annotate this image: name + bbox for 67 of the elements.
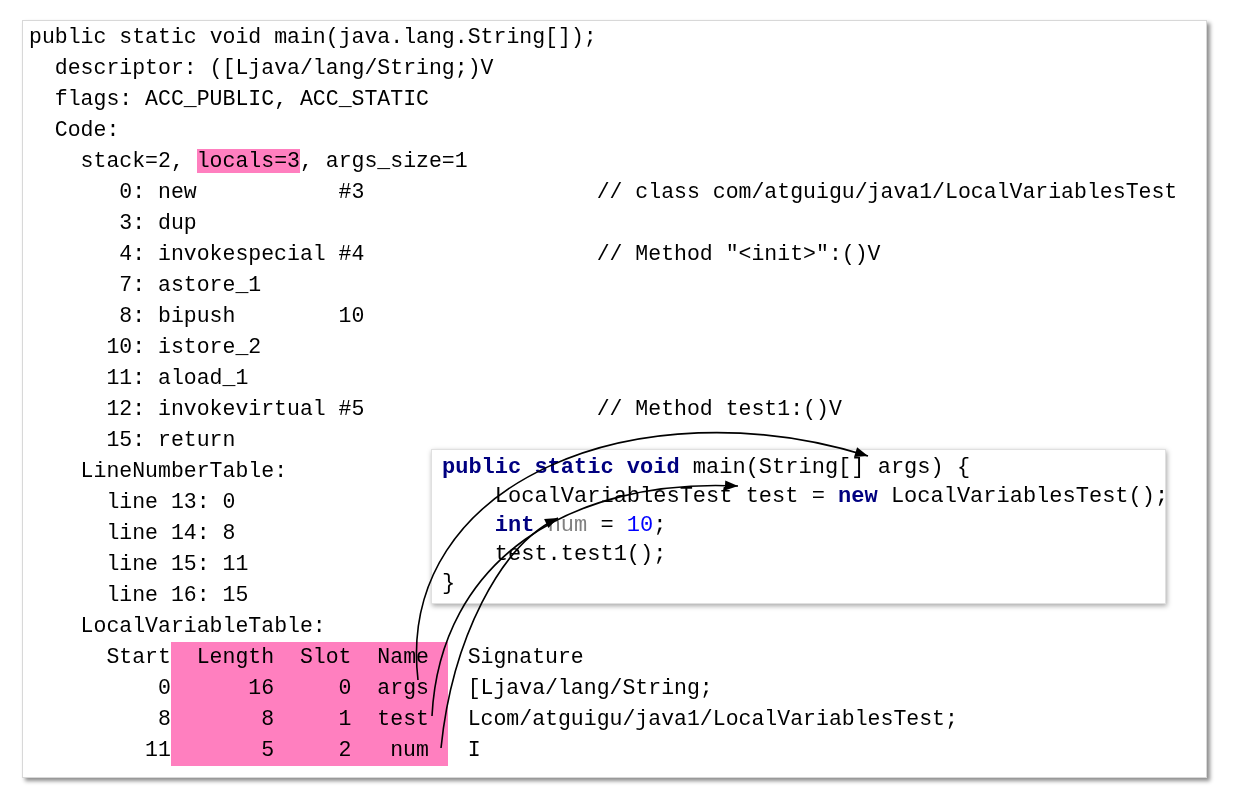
table-cell: 5 — [170, 735, 275, 766]
operand: #5 — [338, 397, 365, 421]
instruction-offset: 0: — [118, 179, 146, 206]
column-header: Length — [170, 642, 275, 673]
code-text: LocalVariablesTest(); — [890, 484, 1169, 509]
code-comment: // Method test1:()V — [596, 396, 842, 423]
table-cell: 8 — [170, 704, 275, 735]
opcode: invokevirtual — [158, 397, 326, 421]
column-header: Signature — [466, 644, 584, 671]
highlighted-text: locals=3 — [196, 149, 300, 173]
opcode: istore_2 — [158, 335, 262, 359]
code-text: = — [600, 513, 615, 538]
line-number-entry: line 14: 8 — [106, 521, 236, 545]
code-comment: // Method "<init>":()V — [596, 241, 881, 268]
line-number-entry: line 13: 0 — [106, 490, 236, 514]
operand: #4 — [338, 242, 365, 266]
table-cell: 0 — [274, 673, 352, 704]
code-label: Code: — [54, 118, 120, 142]
stack-info: stack=2, — [80, 149, 185, 173]
table-label: LocalVariableTable: — [80, 614, 326, 638]
table-cell: 16 — [170, 673, 275, 704]
operand: 10 — [338, 304, 365, 328]
column-header: Slot — [274, 642, 352, 673]
table-cell: 1 — [274, 704, 352, 735]
table-cell-text: 11 — [144, 737, 171, 764]
table-label: LineNumberTable: — [80, 459, 288, 483]
table-cell: num — [351, 735, 449, 766]
operand: #3 — [338, 180, 365, 204]
opcode: return — [158, 428, 236, 452]
column-header: Start — [105, 644, 171, 671]
flags-line: flags: ACC_PUBLIC, ACC_STATIC — [54, 87, 429, 111]
opcode: aload_1 — [158, 366, 249, 390]
number-literal: 10 — [626, 513, 654, 538]
table-cell-text: 8 — [157, 706, 171, 733]
opcode: invokespecial — [158, 242, 326, 266]
instruction-offset: 4: — [118, 241, 146, 268]
table-cell-text: [Ljava/lang/String; — [466, 675, 713, 702]
instruction-offset: 12: — [105, 396, 146, 423]
instruction-offset: 7: — [118, 272, 146, 299]
instruction-offset: 10: — [105, 334, 146, 361]
opcode: new — [158, 180, 197, 204]
opcode: bipush — [158, 304, 236, 328]
keyword: public — [442, 455, 522, 480]
opcode: dup — [158, 211, 197, 235]
instruction-offset: 3: — [118, 210, 146, 237]
code-comment: // class com/atguigu/java1/LocalVariablesTest — [596, 179, 1178, 206]
code-text: } — [442, 571, 456, 596]
descriptor-line: descriptor: ([Ljava/lang/String;)V — [54, 56, 494, 80]
table-cell: 2 — [274, 735, 352, 766]
table-cell-text: Lcom/atguigu/java1/LocalVariablesTest; — [466, 706, 958, 733]
code-text: main(String[] args) { — [692, 455, 971, 480]
table-cell-text: I — [466, 737, 481, 764]
keyword: int — [494, 513, 535, 538]
line-number-entry: line 16: 15 — [106, 583, 249, 607]
table-cell: test — [351, 704, 449, 735]
instruction-offset: 15: — [105, 427, 146, 454]
keyword: void — [626, 455, 680, 480]
instruction-offset: 8: — [118, 303, 146, 330]
table-cell: args — [351, 673, 449, 704]
table-cell-text: 0 — [157, 675, 171, 702]
stack-info: , args_size=1 — [299, 149, 468, 173]
line-number-entry: line 15: 11 — [106, 552, 249, 576]
method-signature: public static void main(java.lang.String[]); — [29, 25, 597, 49]
code-text: ; — [653, 513, 667, 538]
keyword: new — [838, 484, 878, 509]
opcode: astore_1 — [158, 273, 262, 297]
instruction-offset: 11: — [105, 365, 146, 392]
